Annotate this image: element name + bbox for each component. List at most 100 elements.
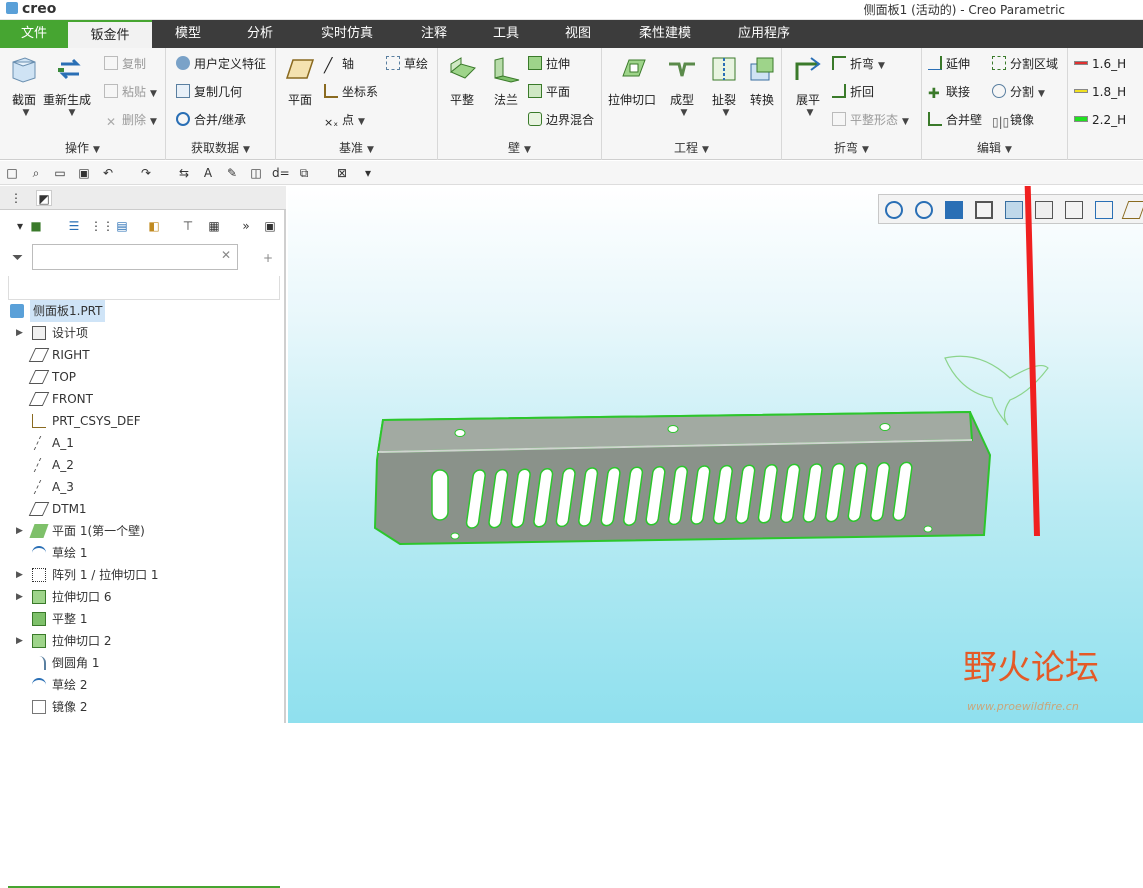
layer-icon[interactable]: ◫	[248, 165, 264, 181]
open-file-icon[interactable]: ⌕	[28, 165, 44, 181]
paste-button[interactable]: 粘贴 ▼	[104, 82, 157, 102]
mirror-button[interactable]: ▯|▯镜像	[992, 110, 1034, 130]
flat-state-button[interactable]: 平整形态 ▼	[832, 110, 909, 130]
add-icon[interactable]: +	[260, 250, 276, 266]
thickness-1-8[interactable]: 1.8_H	[1074, 82, 1126, 102]
expand-arrow-icon[interactable]: ▶	[16, 520, 23, 542]
unbend-button[interactable]: 展平 ▼	[786, 54, 830, 118]
customize-dropdown-icon[interactable]: ▾	[360, 165, 376, 181]
tree-search-input[interactable]: ✕	[32, 244, 238, 270]
tree-item[interactable]: 草绘 1	[0, 542, 286, 564]
tab-simulation[interactable]: 实时仿真	[312, 20, 382, 48]
expand-arrow-icon[interactable]: ▶	[16, 586, 23, 608]
merge-wall-button[interactable]: 合并壁	[928, 110, 982, 130]
tree-item[interactable]: 草绘 2	[0, 674, 286, 696]
regenerate-button[interactable]: 重新生成 ▼	[43, 54, 92, 118]
save-icon[interactable]: ▣	[76, 165, 92, 181]
tab-sheetmetal[interactable]: 钣金件	[68, 20, 152, 48]
udf-button[interactable]: 用户定义特征	[176, 54, 266, 74]
thickness-2-2[interactable]: 2.2_H	[1074, 110, 1126, 130]
new-file-icon[interactable]: □	[4, 165, 20, 181]
tab-annotation[interactable]: 注释	[406, 20, 462, 48]
bend-back-button[interactable]: 折回	[832, 82, 874, 102]
tab-tools[interactable]: 工具	[478, 20, 534, 48]
tab-analysis[interactable]: 分析	[232, 20, 288, 48]
tree-item[interactable]: 平整 1	[0, 608, 286, 630]
tree-item[interactable]: FRONT	[0, 388, 286, 410]
tab-file[interactable]: 文件	[0, 20, 68, 48]
merge-inherit-button[interactable]: 合并/继承	[176, 110, 246, 130]
point-button[interactable]: ×ₓ 点 ▼	[324, 110, 365, 130]
group-label-datum[interactable]: 基准 ▼	[276, 139, 437, 156]
regenerate-small-icon[interactable]: ⇆	[176, 165, 192, 181]
tree-item[interactable]: RIGHT	[0, 344, 286, 366]
csys-button[interactable]: 坐标系	[324, 82, 378, 102]
group-label-edit[interactable]: 编辑 ▼	[922, 139, 1067, 156]
copy-geometry-button[interactable]: 复制几何	[176, 82, 242, 102]
relations-icon[interactable]: d=	[272, 165, 290, 181]
datum-plane-button[interactable]: 平面	[278, 54, 322, 108]
tab-flexible-modeling[interactable]: 柔性建模	[628, 20, 702, 48]
tree-item[interactable]: ▶ 拉伸切口 6	[0, 586, 286, 608]
split-region-button[interactable]: 分割区域	[992, 54, 1058, 74]
tree-item[interactable]: ▶ 设计项	[0, 322, 286, 344]
close-window-icon[interactable]: ⊠	[334, 165, 350, 181]
windows-icon[interactable]: ⧉	[296, 165, 312, 181]
tree-item[interactable]: A_2	[0, 454, 286, 476]
group-label-get-data[interactable]: 获取数据 ▼	[166, 139, 275, 156]
flange-wall-button[interactable]: 法兰	[484, 54, 528, 108]
join-button[interactable]: ✚ 联接	[928, 82, 970, 102]
flat-wall-button[interactable]: 平整	[440, 54, 484, 108]
group-label-operations[interactable]: 操作 ▼	[0, 139, 165, 156]
undo-icon[interactable]: ↶	[100, 165, 116, 181]
graphics-window[interactable]: 野火论坛 www.proewildfire.cn	[288, 186, 1143, 723]
split-button[interactable]: 分割 ▼	[992, 82, 1045, 102]
axis-button[interactable]: ╱ 轴	[324, 54, 354, 74]
expand-arrow-icon[interactable]: ▶	[16, 322, 23, 344]
tree-item[interactable]: 倒圆角 1	[0, 652, 286, 674]
tree-item[interactable]: 镜像 2	[0, 696, 286, 718]
tree-item[interactable]: A_3	[0, 476, 286, 498]
filter-icon[interactable]: ⏷	[12, 250, 23, 266]
planar-wall-button[interactable]: 平面	[528, 82, 570, 102]
clear-icon[interactable]: ✕	[221, 248, 231, 262]
tree-settings-icon[interactable]: ▤	[114, 218, 130, 234]
boundary-blend-button[interactable]: 边界混合	[528, 110, 594, 130]
table-icon[interactable]: ▦	[206, 218, 222, 234]
tree-item[interactable]: A_1	[0, 432, 286, 454]
group-label-bend[interactable]: 折弯 ▼	[782, 139, 921, 156]
redo-icon[interactable]: ↷	[138, 165, 154, 181]
highlight-icon[interactable]: ◧	[146, 218, 162, 234]
model-tree-tab-icon[interactable]: ⋮	[8, 190, 24, 206]
tree-list-icon[interactable]: ☰	[66, 218, 82, 234]
tree-columns-icon[interactable]: ⋮⋮	[90, 218, 114, 234]
extend-button[interactable]: 延伸	[928, 54, 970, 74]
tab-model[interactable]: 模型	[160, 20, 216, 48]
extrude-cut-button[interactable]: 拉伸切口	[608, 54, 660, 108]
tree-item[interactable]: ▶ 拉伸切口 2	[0, 630, 286, 652]
text-icon[interactable]: A	[200, 165, 216, 181]
thickness-1-6[interactable]: 1.6_H	[1074, 54, 1126, 74]
show-icon[interactable]: ▾	[12, 218, 28, 234]
more-icon[interactable]: »	[238, 218, 254, 234]
folder-icon[interactable]: ▭	[52, 165, 68, 181]
folder-browser-tab-icon[interactable]: ◩	[36, 190, 52, 206]
tree-item[interactable]: ▶ 阵列 1 / 拉伸切口 1	[0, 564, 286, 586]
tree-item[interactable]: TOP	[0, 366, 286, 388]
form-button[interactable]: 成型 ▼	[660, 54, 704, 118]
copy-button[interactable]: 复制	[104, 54, 146, 74]
edit-icon[interactable]: ✎	[224, 165, 240, 181]
notes-icon[interactable]: ▣	[262, 218, 278, 234]
tree-filter-icon[interactable]: ⊤	[180, 218, 196, 234]
tree-item[interactable]: ▶ 平面 1(第一个壁)	[0, 520, 286, 542]
tab-view[interactable]: 视图	[550, 20, 606, 48]
expand-arrow-icon[interactable]: ▶	[16, 630, 23, 652]
extrude-wall-button[interactable]: 拉伸	[528, 54, 570, 74]
delete-button[interactable]: ✕ 删除 ▼	[104, 110, 157, 130]
tree-item[interactable]: DTM1	[0, 498, 286, 520]
sketch-button[interactable]: 草绘	[386, 54, 428, 74]
expand-arrow-icon[interactable]: ▶	[16, 564, 23, 586]
convert-button[interactable]: 转换	[740, 54, 784, 108]
tree-item[interactable]: PRT_CSYS_DEF	[0, 410, 286, 432]
group-label-engineering[interactable]: 工程 ▼	[602, 139, 781, 156]
